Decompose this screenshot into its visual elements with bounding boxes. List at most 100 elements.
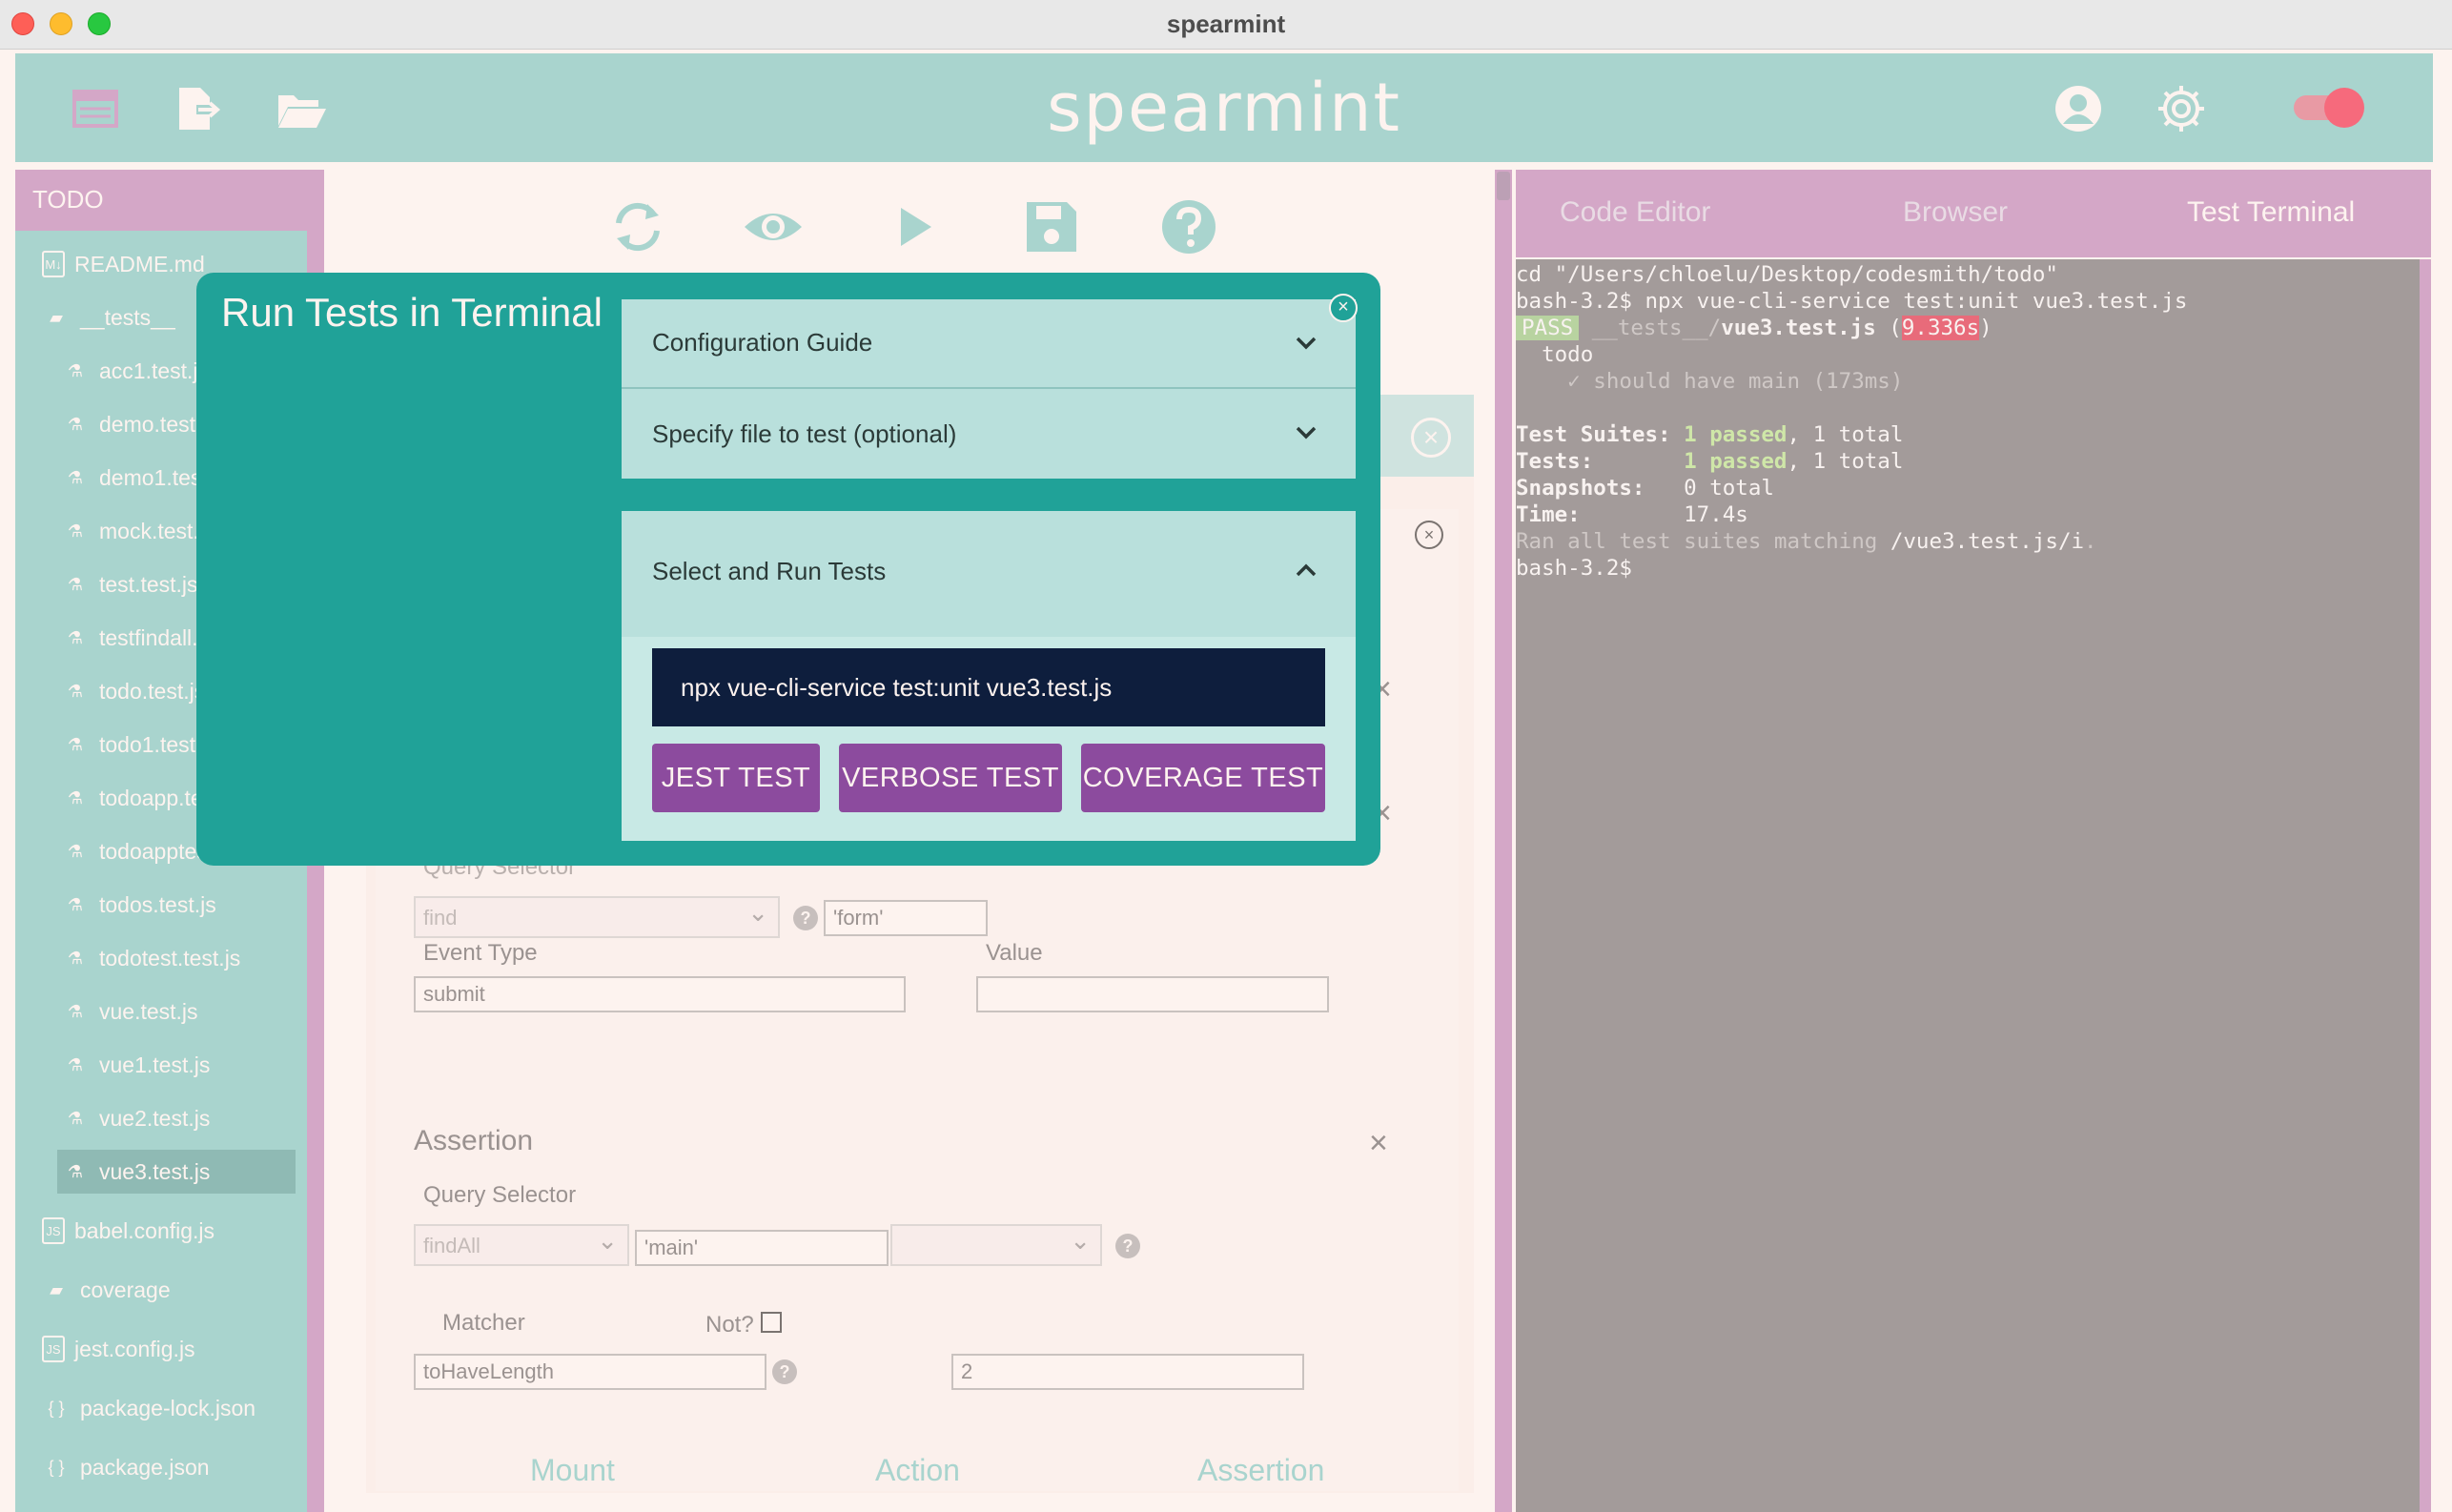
js-file-icon: JS xyxy=(42,1217,65,1244)
accordion-specify-file[interactable]: Specify file to test (optional) xyxy=(622,389,1356,479)
save-icon[interactable] xyxy=(1021,196,1082,257)
run-play-icon[interactable] xyxy=(884,196,945,257)
terminal-line: Time: 17.4s xyxy=(1516,502,1748,527)
divider-handle[interactable] xyxy=(1497,172,1510,200)
sidebar-item[interactable]: ⚗ vue2.test.js xyxy=(57,1096,296,1140)
sidebar-item-label: todotest.test.js xyxy=(99,945,241,971)
sidebar-item-label: package.json xyxy=(80,1454,210,1480)
chevron-down-icon xyxy=(1296,337,1317,350)
sidebar-item[interactable]: JS babel.config.js xyxy=(38,1209,305,1253)
verbose-test-button[interactable]: VERBOSE TEST xyxy=(839,744,1062,812)
coverage-test-button[interactable]: COVERAGE TEST xyxy=(1081,744,1325,812)
jest-test-button[interactable]: JEST TEST xyxy=(652,744,820,812)
refresh-icon[interactable] xyxy=(607,196,668,257)
tab-test-terminal[interactable]: Test Terminal xyxy=(2187,196,2355,229)
accordion-configuration-guide[interactable]: Configuration Guide xyxy=(622,299,1356,387)
matcher-label: Matcher xyxy=(442,1310,525,1336)
not-label: Not? xyxy=(705,1312,754,1338)
sidebar-item-label: jest.config.js xyxy=(74,1336,195,1361)
event-type-label: Event Type xyxy=(423,940,538,966)
assert-query-argument-input[interactable]: 'main' xyxy=(635,1230,889,1266)
tab-browser[interactable]: Browser xyxy=(1903,196,2008,229)
jest-file-icon: ⚗ xyxy=(67,574,84,594)
sidebar-item[interactable]: ⚗ todotest.test.js xyxy=(57,936,296,980)
accordion-select-and-run[interactable]: Select and Run Tests xyxy=(622,511,1356,637)
action-tab[interactable]: Action xyxy=(875,1453,960,1488)
sidebar-item-label: package-lock.json xyxy=(80,1395,256,1420)
help-question-icon[interactable] xyxy=(1158,196,1219,257)
mount-tab[interactable]: Mount xyxy=(530,1453,615,1488)
jest-file-icon: ⚗ xyxy=(67,1108,84,1128)
sidebar-item[interactable]: ⚗ vue.test.js xyxy=(57,990,296,1033)
sidebar-item-label: todo.test.js xyxy=(99,678,206,704)
value-input[interactable] xyxy=(976,976,1329,1012)
terminal-scrollbar[interactable] xyxy=(2420,259,2431,1512)
value-label: Value xyxy=(986,940,1043,966)
assert-help-icon[interactable]: ? xyxy=(1115,1234,1140,1258)
run-tests-modal: Run Tests in Terminal × Configuration Gu… xyxy=(196,273,1380,866)
sidebar-item-label: __tests__ xyxy=(80,304,175,330)
preview-eye-icon[interactable] xyxy=(743,196,804,257)
assertion-tab[interactable]: Assertion xyxy=(1197,1453,1324,1488)
sidebar-item[interactable]: ⚗ vue3.test.js xyxy=(57,1150,296,1194)
assert-type-dropdown[interactable] xyxy=(890,1224,1102,1266)
assertion-title: Assertion xyxy=(414,1125,534,1156)
assert-query-dropdown[interactable]: findAll xyxy=(414,1224,629,1266)
test-terminal[interactable]: cd "/Users/chloelu/Desktop/codesmith/tod… xyxy=(1516,259,2420,1512)
event-type-input[interactable]: submit xyxy=(414,976,906,1012)
sidebar-item[interactable]: { } package.json xyxy=(38,1445,305,1489)
folder-open-icon: ▰ xyxy=(50,307,63,327)
query-selector-dropdown[interactable]: find xyxy=(414,896,780,938)
modal-title: Run Tests in Terminal xyxy=(221,290,603,335)
theme-toggle[interactable] xyxy=(2288,88,2364,128)
jest-file-icon: ⚗ xyxy=(67,1161,84,1181)
remove-assertion-icon[interactable]: × xyxy=(1369,1125,1388,1162)
jest-file-icon: ⚗ xyxy=(67,841,84,861)
settings-gear-icon[interactable] xyxy=(2155,82,2208,135)
folder-icon: ▰ xyxy=(50,1279,63,1299)
matcher-help-icon[interactable]: ? xyxy=(772,1359,797,1384)
query-argument-input[interactable]: 'form' xyxy=(824,900,988,936)
accordion-label: Select and Run Tests xyxy=(652,557,887,585)
json-file-icon: { } xyxy=(48,1398,65,1418)
panel-divider[interactable] xyxy=(1495,170,1512,1512)
not-checkbox[interactable] xyxy=(761,1312,782,1333)
accordion-label: Configuration Guide xyxy=(652,328,873,357)
sidebar-item[interactable]: { } package-lock.json xyxy=(38,1386,305,1430)
window-titlebar: spearmint xyxy=(0,0,2452,50)
jest-file-icon: ⚗ xyxy=(67,414,84,434)
sidebar-item-label: test.test.js xyxy=(99,571,198,597)
terminal-line: Snapshots: 0 total xyxy=(1516,476,1774,501)
close-section-icon[interactable]: × xyxy=(1415,521,1443,549)
sidebar-item[interactable]: ⚗ todos.test.js xyxy=(57,883,296,927)
toggle-knob xyxy=(2324,88,2364,128)
terminal-line: bash-3.2$ npx vue-cli-service test:unit … xyxy=(1516,289,2188,314)
sidebar-item-label: todos.test.js xyxy=(99,891,216,917)
right-panel-tabs: Code Editor Browser Test Terminal xyxy=(1516,170,2431,257)
tab-code-editor[interactable]: Code Editor xyxy=(1560,196,1710,229)
test-command-display: npx vue-cli-service test:unit vue3.test.… xyxy=(652,648,1325,726)
sidebar-item[interactable]: ⚗ vue1.test.js xyxy=(57,1043,296,1087)
accordion-label: Specify file to test (optional) xyxy=(652,419,957,448)
modal-close-icon[interactable]: × xyxy=(1329,294,1358,322)
matcher-argument-input[interactable]: 2 xyxy=(951,1354,1304,1390)
assertion-card xyxy=(387,1106,1422,1441)
jest-file-icon: ⚗ xyxy=(67,787,84,807)
close-test-case-icon[interactable]: × xyxy=(1411,418,1451,458)
help-icon[interactable]: ? xyxy=(793,906,818,930)
sidebar-item-label: babel.config.js xyxy=(74,1217,215,1243)
sidebar-item[interactable]: ▰ coverage xyxy=(38,1268,305,1312)
sidebar-item[interactable]: JS jest.config.js xyxy=(38,1327,305,1371)
sidebar-item-label: acc1.test.js xyxy=(99,358,210,383)
terminal-line: cd "/Users/chloelu/Desktop/codesmith/tod… xyxy=(1516,262,2058,287)
user-account-icon[interactable] xyxy=(2052,82,2105,135)
sidebar-item-label: README.md xyxy=(74,251,205,276)
jest-file-icon: ⚗ xyxy=(67,627,84,647)
slow-time-badge: 9.336s xyxy=(1901,316,1980,340)
jest-file-icon: ⚗ xyxy=(67,948,84,968)
jest-file-icon: ⚗ xyxy=(67,1001,84,1021)
terminal-line: todo xyxy=(1516,342,1594,367)
app-header: spearmint xyxy=(15,53,2433,162)
json-file-icon: { } xyxy=(48,1457,65,1477)
matcher-input[interactable]: toHaveLength xyxy=(414,1354,766,1390)
